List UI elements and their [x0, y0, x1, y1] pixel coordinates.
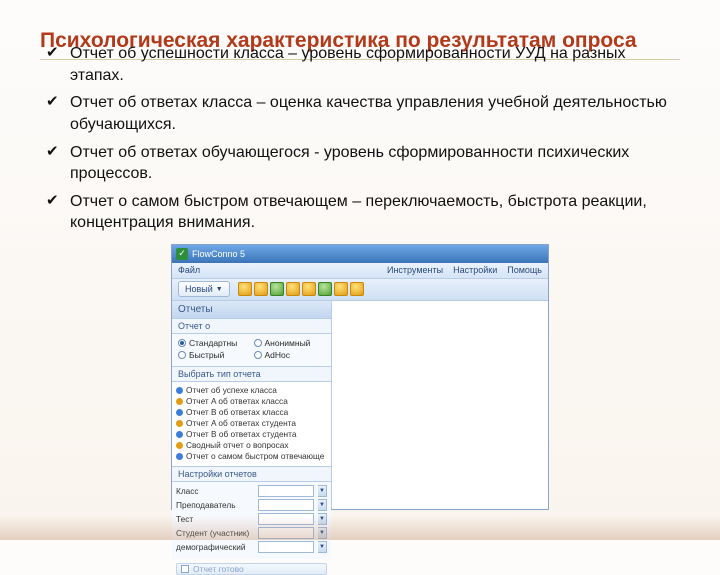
chevron-down-icon[interactable]: ▼: [318, 485, 327, 497]
bullet-item: Отчет об ответах обучающегося - уровень …: [44, 142, 680, 185]
new-button-label: Новый: [185, 284, 213, 294]
report-type-item[interactable]: Отчет B об ответах класса: [176, 407, 327, 418]
report-type-item[interactable]: Отчет B об ответах студента: [176, 429, 327, 440]
report-type-item[interactable]: Отчет A об ответах класса: [176, 396, 327, 407]
toolbar: Новый ▼: [172, 279, 548, 301]
radio-icon: [254, 351, 262, 359]
bullet-icon: [176, 431, 183, 438]
class-field[interactable]: [258, 485, 314, 497]
report-ready-button[interactable]: Отчет готово: [176, 563, 327, 575]
radio-icon: [178, 339, 186, 347]
report-type-label: Отчет об успехе класса: [186, 385, 277, 395]
select-type-header: Выбрать тип отчета: [172, 367, 331, 382]
menu-file[interactable]: Файл: [178, 265, 200, 275]
bullet-icon: [176, 387, 183, 394]
report-type-label: Отчет B об ответах студента: [186, 429, 296, 439]
report-type-label: Сводный отчет о вопросах: [186, 440, 289, 450]
report-type-item[interactable]: Отчет A об ответах студента: [176, 418, 327, 429]
toolbar-icon[interactable]: [238, 282, 252, 296]
bullet-item: Отчет о самом быстром отвечающем – перек…: [44, 191, 680, 234]
checkbox-icon: [181, 565, 189, 573]
radio-icon: [178, 351, 186, 359]
sidebar-panel-title: Отчеты: [172, 301, 331, 319]
menubar: Файл Инструменты Настройки Помощь: [172, 263, 548, 279]
report-type-label: Отчет A об ответах студента: [186, 418, 296, 428]
report-type-item[interactable]: Отчет об успехе класса: [176, 385, 327, 396]
toolbar-icon[interactable]: [270, 282, 284, 296]
window-title: FlowConno 5: [192, 249, 245, 259]
content-area: [332, 301, 548, 509]
bullet-list: Отчет об успешности класса – уровень сфо…: [40, 43, 680, 234]
report-type-list: Отчет об успехе класса Отчет A об ответа…: [172, 382, 331, 467]
toolbar-icons: [238, 282, 364, 296]
report-on-header: Отчет о: [172, 319, 331, 334]
demographic-field[interactable]: [258, 541, 314, 553]
settings-header: Настройки отчетов: [172, 467, 331, 482]
toolbar-icon[interactable]: [334, 282, 348, 296]
bullet-item: Отчет об успешности класса – уровень сфо…: [44, 43, 680, 86]
report-type-item[interactable]: Отчет о самом быстром отвечающе: [176, 451, 327, 462]
bullet-icon: [176, 453, 183, 460]
toolbar-icon[interactable]: [350, 282, 364, 296]
toolbar-icon[interactable]: [286, 282, 300, 296]
report-type-label: Отчет о самом быстром отвечающе: [186, 451, 324, 461]
bullet-item: Отчет об ответах класса – оценка качеств…: [44, 92, 680, 135]
teacher-field[interactable]: [258, 499, 314, 511]
bullet-icon: [176, 398, 183, 405]
chevron-down-icon: ▼: [216, 286, 223, 293]
chevron-down-icon[interactable]: ▼: [318, 499, 327, 511]
new-button[interactable]: Новый ▼: [178, 281, 230, 297]
teacher-label: Преподаватель: [176, 500, 254, 510]
radio-adhoc[interactable]: AdHoc: [254, 350, 326, 360]
bullet-icon: [176, 420, 183, 427]
chevron-down-icon[interactable]: ▼: [318, 541, 327, 553]
report-type-item[interactable]: Сводный отчет о вопросах: [176, 440, 327, 451]
report-ready-label: Отчет готово: [193, 564, 244, 574]
toolbar-icon[interactable]: [254, 282, 268, 296]
menu-settings[interactable]: Настройки: [453, 265, 497, 275]
radio-label: AdHoc: [265, 350, 291, 360]
demographic-label: демографический: [176, 542, 254, 552]
window-titlebar: ✓ FlowConno 5: [172, 245, 548, 263]
radio-label: Анонимный: [265, 338, 311, 348]
radio-label: Стандартны: [189, 338, 237, 348]
footer-decoration: [0, 516, 720, 540]
toolbar-icon[interactable]: [302, 282, 316, 296]
radio-standard[interactable]: Стандартны: [178, 338, 250, 348]
report-type-label: Отчет B об ответах класса: [186, 407, 288, 417]
menu-tools[interactable]: Инструменты: [387, 265, 443, 275]
report-type-label: Отчет A об ответах класса: [186, 396, 288, 406]
radio-fast[interactable]: Быстрый: [178, 350, 250, 360]
class-label: Класс: [176, 486, 254, 496]
app-window: ✓ FlowConno 5 Файл Инструменты Настройки…: [171, 244, 549, 510]
bullet-icon: [176, 442, 183, 449]
app-icon: ✓: [176, 248, 188, 260]
menu-help[interactable]: Помощь: [507, 265, 542, 275]
radio-icon: [254, 339, 262, 347]
bullet-icon: [176, 409, 183, 416]
radio-anonymous[interactable]: Анонимный: [254, 338, 326, 348]
radio-label: Быстрый: [189, 350, 224, 360]
toolbar-icon[interactable]: [318, 282, 332, 296]
sidebar: Отчеты Отчет о Стандартны AdHoc Анонимны…: [172, 301, 332, 509]
